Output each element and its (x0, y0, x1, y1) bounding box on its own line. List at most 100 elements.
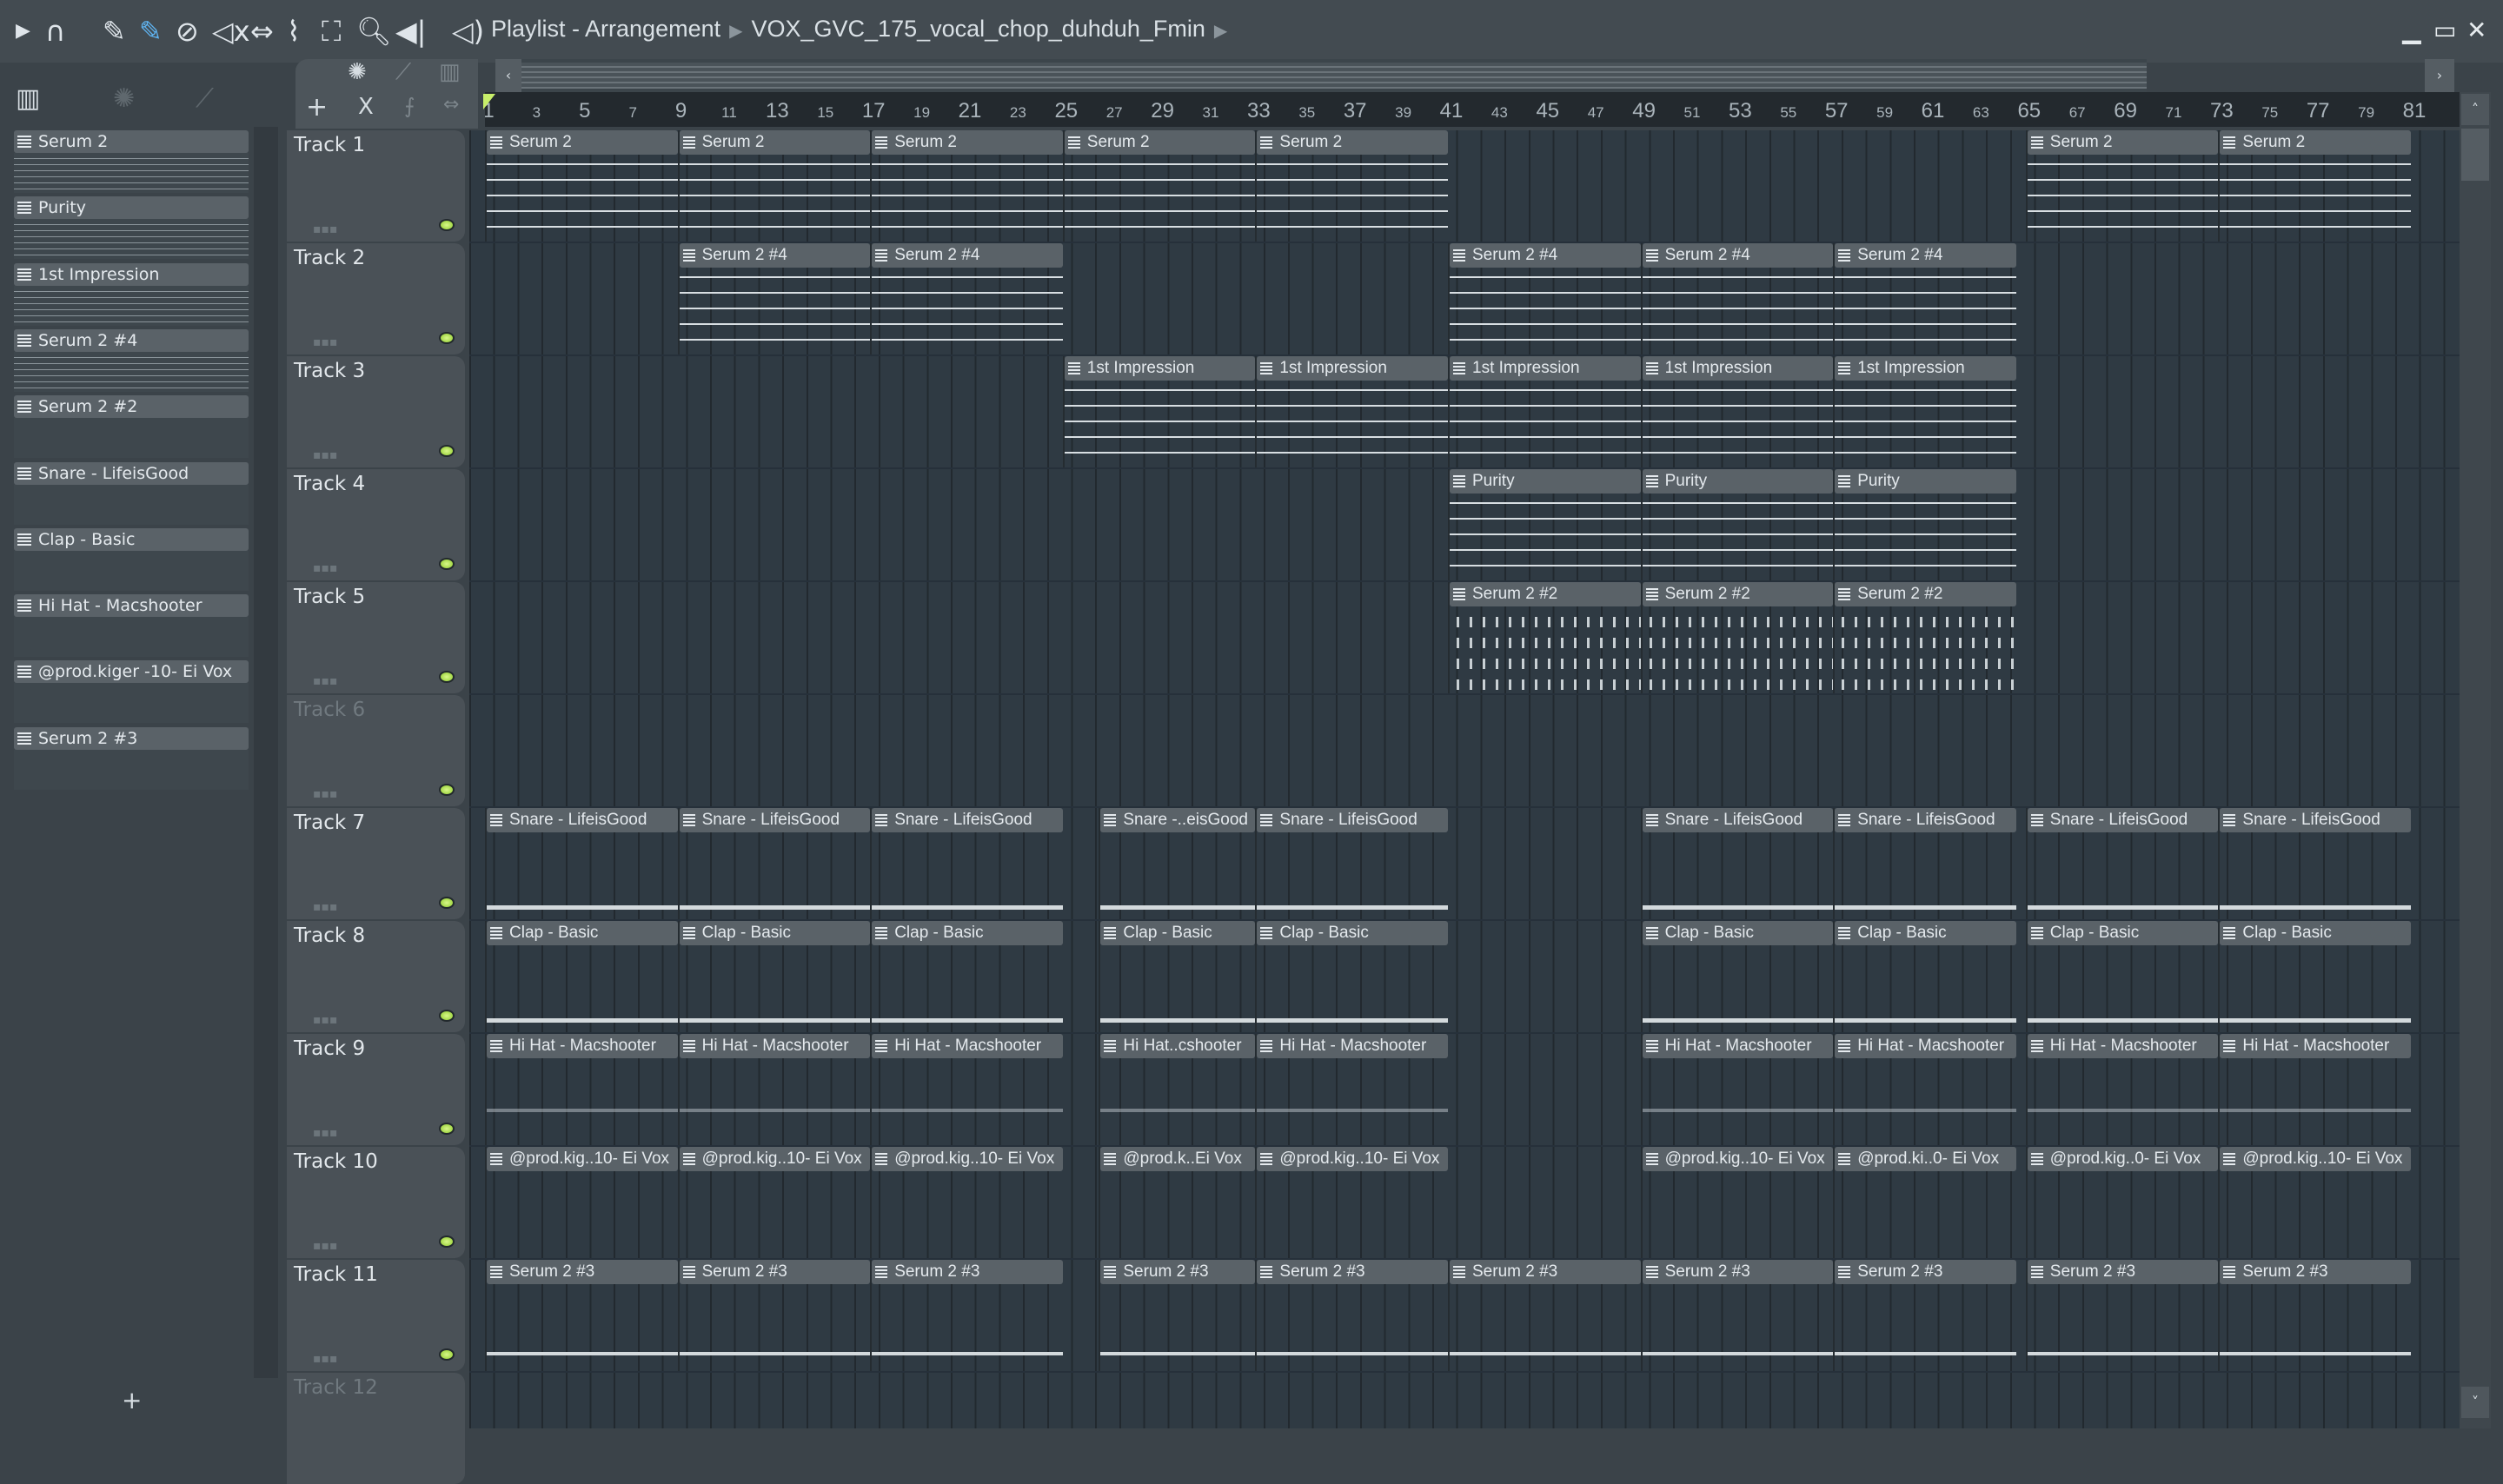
pattern-clip[interactable]: Serum 2 #4 (1640, 243, 1834, 354)
pattern-clip[interactable]: Hi Hat..cshooter (1099, 1034, 1256, 1145)
picker-item[interactable]: Snare - LifeisGood (14, 461, 249, 527)
piano-roll-filter-icon[interactable]: ▥ (16, 83, 40, 114)
clip-header[interactable]: @prod.ki..0- Ei Vox (1835, 1147, 2016, 1171)
clip-header[interactable]: Hi Hat - Macshooter (1642, 1034, 1834, 1058)
pattern-clip[interactable]: Hi Hat - Macshooter (2025, 1034, 2219, 1145)
overview-thumb[interactable] (521, 63, 2147, 89)
track-header[interactable]: Track 5 ▪▪▪ (287, 582, 465, 693)
pattern-clip[interactable]: Serum 2 #3 (485, 1260, 678, 1371)
clip-header[interactable]: Serum 2 #3 (2220, 1260, 2411, 1284)
track-mute-led[interactable] (439, 671, 455, 683)
pattern-clip[interactable]: 1st Impression (1640, 356, 1834, 467)
pattern-clip[interactable]: Serum 2 (677, 130, 871, 242)
pattern-clip[interactable]: @prod.kig..10- Ei Vox (870, 1147, 1063, 1258)
track-options-icon[interactable]: ▪▪▪ (313, 561, 337, 575)
piano-icon[interactable]: ▥ (439, 59, 461, 85)
track-options-icon[interactable]: ▪▪▪ (313, 222, 337, 236)
pattern-clip[interactable]: Serum 2 #4 (1833, 243, 2016, 354)
clip-header[interactable]: 1st Impression (1450, 356, 1641, 381)
track-lane[interactable]: 1st Impression 1st Impression 1st Impressi… (469, 356, 2460, 469)
pattern-clip[interactable]: Snare - LifeisGood (1255, 808, 1448, 919)
slice-icon[interactable]: ⌇ (287, 16, 301, 47)
picker-item-header[interactable]: Clap - Basic (14, 527, 249, 551)
scroll-left-icon[interactable]: ‹ (495, 59, 521, 92)
track-name[interactable]: Track 12 (294, 1376, 378, 1399)
zoom-icon[interactable]: 🔍︎ (356, 16, 392, 47)
pattern-clip[interactable]: @prod.kig..10- Ei Vox (1640, 1147, 1834, 1258)
pattern-clip[interactable]: Serum 2 (2218, 130, 2411, 242)
clip-header[interactable]: @prod.kig..10- Ei Vox (1257, 1147, 1448, 1171)
clip-header[interactable]: @prod.kig..10- Ei Vox (1642, 1147, 1834, 1171)
picker-scrollbar[interactable] (254, 127, 278, 1378)
pattern-clip[interactable]: Serum 2 #4 (677, 243, 871, 354)
picker-item-header[interactable]: Serum 2 #3 (14, 726, 249, 750)
track-options-icon[interactable]: ▪▪▪ (313, 900, 337, 914)
track-options-icon[interactable]: ▪▪▪ (313, 1239, 337, 1253)
picker-item-header[interactable]: Serum 2 #2 (14, 395, 249, 419)
track-header[interactable]: Track 10 ▪▪▪ (287, 1147, 465, 1258)
track-lane[interactable]: Hi Hat - Macshooter Hi Hat - Macshooter Hi… (469, 1034, 2460, 1147)
track-name[interactable]: Track 10 (294, 1150, 378, 1173)
pattern-clip[interactable]: Serum 2 #3 (1833, 1260, 2016, 1371)
clip-header[interactable]: Snare - LifeisGood (2027, 808, 2219, 832)
pattern-clip[interactable]: Clap - Basic (485, 921, 678, 1032)
clip-header[interactable]: Clap - Basic (1835, 921, 2016, 945)
pattern-clip[interactable]: @prod.kig..0- Ei Vox (2025, 1147, 2219, 1258)
clip-header[interactable]: @prod.kig..10- Ei Vox (2220, 1147, 2411, 1171)
picker-add-button[interactable]: + (122, 1386, 142, 1414)
pattern-clip[interactable]: Clap - Basic (2218, 921, 2411, 1032)
clip-header[interactable]: Hi Hat - Macshooter (1257, 1034, 1448, 1058)
clip-header[interactable]: @prod.kig..0- Ei Vox (2027, 1147, 2219, 1171)
clip-header[interactable]: Hi Hat..cshooter (1100, 1034, 1256, 1058)
clip-header[interactable]: Snare - LifeisGood (487, 808, 678, 832)
stretch-icon[interactable]: ⇔ (443, 94, 459, 116)
track-header[interactable]: Track 4 ▪▪▪ (287, 469, 465, 580)
pattern-clip[interactable]: 1st Impression (1062, 356, 1256, 467)
clip-header[interactable]: Clap - Basic (1642, 921, 1834, 945)
pattern-clip[interactable]: Serum 2 #3 (1640, 1260, 1834, 1371)
clip-header[interactable]: Hi Hat - Macshooter (1835, 1034, 2016, 1058)
track-options-icon[interactable]: ▪▪▪ (313, 448, 337, 462)
track-options-icon[interactable]: ▪▪▪ (313, 335, 337, 349)
pattern-clip[interactable]: Hi Hat - Macshooter (485, 1034, 678, 1145)
speaker-icon[interactable]: ◁) (452, 16, 484, 47)
track-name[interactable]: Track 6 (294, 699, 365, 721)
clip-header[interactable]: Serum 2 (1257, 130, 1448, 155)
playback-icon[interactable]: ◀| (395, 16, 426, 47)
clip-header[interactable]: Snare - LifeisGood (679, 808, 871, 832)
pattern-clip[interactable]: Serum 2 #3 (2218, 1260, 2411, 1371)
pattern-clip[interactable]: Snare - LifeisGood (1833, 808, 2016, 919)
clip-header[interactable]: Serum 2 #4 (872, 243, 1063, 268)
track-options-icon[interactable]: ▪▪▪ (313, 787, 337, 801)
clip-header[interactable]: Serum 2 #2 (1450, 582, 1641, 606)
pattern-clip[interactable]: Hi Hat - Macshooter (677, 1034, 871, 1145)
clip-header[interactable]: Serum 2 #3 (1835, 1260, 2016, 1284)
track-header[interactable]: Track 2 ▪▪▪ (287, 243, 465, 354)
clip-header[interactable]: Serum 2 (2220, 130, 2411, 155)
picker-item[interactable]: Serum 2 #2 (14, 395, 249, 460)
picker-item[interactable]: Clap - Basic (14, 527, 249, 593)
track-mute-led[interactable] (439, 558, 455, 570)
pattern-clip[interactable]: Snare - LifeisGood (870, 808, 1063, 919)
clip-header[interactable]: @prod.kig..10- Ei Vox (679, 1147, 871, 1171)
pattern-name[interactable]: VOX_GVC_175_vocal_chop_duhduh_Fmin (752, 16, 1205, 42)
track-name[interactable]: Track 5 (294, 586, 365, 608)
track-options-icon[interactable]: ▪▪▪ (313, 1352, 337, 1366)
pattern-clip[interactable]: Serum 2 (2025, 130, 2219, 242)
pattern-clip[interactable]: Clap - Basic (870, 921, 1063, 1032)
track-header[interactable]: Track 11 ▪▪▪ (287, 1260, 465, 1371)
clip-header[interactable]: Serum 2 #3 (1100, 1260, 1256, 1284)
menu-arrow-icon[interactable]: ▶ (16, 16, 30, 47)
clip-header[interactable]: @prod.kig..10- Ei Vox (872, 1147, 1063, 1171)
clip-header[interactable]: 1st Impression (1257, 356, 1448, 381)
pattern-clip[interactable]: Hi Hat - Macshooter (2218, 1034, 2411, 1145)
picker-item[interactable]: Serum 2 #4 (14, 328, 249, 394)
clip-header[interactable]: Serum 2 #4 (1450, 243, 1641, 268)
pattern-clip[interactable]: Hi Hat - Macshooter (1833, 1034, 2016, 1145)
clip-header[interactable]: Hi Hat - Macshooter (872, 1034, 1063, 1058)
track-header[interactable]: Track 9 ▪▪▪ (287, 1034, 465, 1145)
playhead-marker-icon[interactable] (483, 94, 495, 109)
pattern-clip[interactable]: Purity (1640, 469, 1834, 580)
clip-header[interactable]: Hi Hat - Macshooter (487, 1034, 678, 1058)
track-name[interactable]: Track 7 (294, 812, 365, 834)
